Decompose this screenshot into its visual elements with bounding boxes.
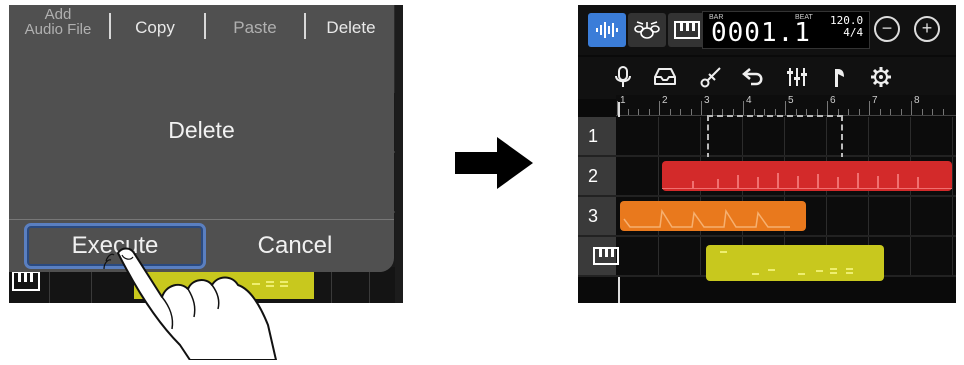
grid-line	[910, 237, 911, 275]
grid-line	[826, 197, 827, 235]
grid-line	[952, 237, 953, 275]
menu-paste[interactable]: Paste	[213, 18, 297, 38]
grid-line	[658, 157, 659, 195]
ruler-tick	[680, 109, 681, 115]
menu-divider	[304, 13, 306, 39]
ruler-tick	[827, 101, 828, 115]
tempo-display[interactable]: 120.0 4/4	[830, 15, 863, 39]
scissors-icon[interactable]	[696, 65, 726, 91]
ruler-tick	[701, 101, 702, 115]
keyboard-icon	[12, 271, 40, 291]
ruler-tick	[743, 101, 744, 115]
inbox-icon[interactable]	[650, 65, 680, 91]
ruler-tick	[921, 109, 923, 115]
ruler-tick	[785, 101, 786, 115]
ruler-tick	[848, 109, 849, 115]
menu-divider	[109, 13, 111, 39]
grid-line	[700, 117, 701, 155]
ruler-tick	[900, 109, 902, 115]
grid-line	[700, 237, 701, 275]
mixer-icon[interactable]	[782, 65, 812, 91]
audio-region[interactable]	[620, 201, 806, 231]
delete-dialog: Add Audio File Copy Paste Delete Delete …	[9, 5, 394, 272]
zoom-in-button[interactable]: +	[914, 16, 940, 42]
grid-line	[658, 237, 659, 275]
menu-audio-file-label: Audio File	[24, 21, 92, 38]
selection-outline	[707, 115, 843, 159]
menu-delete[interactable]: Delete	[311, 18, 391, 38]
top-toolbar: BAR BEAT 0001.1 120.0 4/4 − +	[578, 5, 956, 55]
track-row[interactable]: 1	[578, 115, 956, 159]
ruler-bar-number: 2	[662, 95, 668, 106]
ruler-bar-number: 8	[914, 95, 920, 106]
timeline-ruler[interactable]: 1 2 3 4 5 6 7 8	[616, 95, 956, 116]
dialog-title: Delete	[168, 117, 235, 143]
ruler-tick	[879, 109, 881, 115]
track-row[interactable]	[578, 237, 956, 281]
ruler-tick	[869, 101, 870, 115]
arrow-right-icon	[455, 137, 533, 194]
grid-line	[910, 117, 911, 155]
ruler-tick	[858, 109, 860, 115]
tapping-hand-icon	[100, 245, 320, 361]
settings-icon[interactable]	[866, 65, 896, 91]
ruler-bar-number: 1	[620, 95, 626, 106]
microphone-icon[interactable]	[608, 65, 638, 91]
ruler-bar-number: 5	[788, 95, 794, 106]
track-number[interactable]: 3	[578, 197, 616, 235]
ruler-tick	[627, 109, 629, 115]
dialog-divider	[9, 219, 394, 220]
menu-add-audio-file[interactable]: Add Audio File	[17, 7, 99, 37]
keyboard-icon[interactable]	[578, 237, 619, 275]
undo-icon[interactable]	[738, 65, 768, 91]
ruler-tick	[638, 109, 639, 115]
ruler-bar-number: 4	[746, 95, 752, 106]
keyboard-icon[interactable]	[668, 13, 706, 47]
grid-line	[868, 117, 869, 155]
grid-line	[952, 157, 953, 195]
ruler-tick	[890, 109, 891, 115]
menu-copy[interactable]: Copy	[117, 18, 193, 38]
metronome-icon[interactable]	[824, 65, 854, 91]
track-row[interactable]: 3	[578, 197, 956, 237]
audio-region[interactable]	[662, 161, 952, 191]
grid-line	[868, 197, 869, 235]
track-row[interactable]: 2	[578, 157, 956, 197]
tool-row	[578, 57, 956, 99]
grid-line	[952, 197, 953, 235]
grid-line	[910, 197, 911, 235]
counter-value: 0001.1	[711, 18, 811, 48]
ruler-bar-number: 6	[830, 95, 836, 106]
ruler-tick	[669, 109, 671, 115]
ruler-bar-number: 7	[872, 95, 878, 106]
edit-menu-bar: Add Audio File Copy Paste Delete	[9, 5, 394, 55]
menu-divider	[204, 13, 206, 39]
ruler-tick	[690, 109, 692, 115]
grid-line	[658, 117, 659, 155]
midi-region[interactable]	[706, 245, 884, 281]
waveform-icon[interactable]	[588, 13, 626, 47]
track-number[interactable]: 2	[578, 157, 616, 195]
menu-add-label: Add	[44, 6, 72, 23]
ruler-tick	[942, 109, 944, 115]
ruler-tick	[932, 109, 933, 115]
ruler-tick	[911, 101, 912, 115]
drum-kit-icon[interactable]	[628, 13, 666, 47]
ruler-tick	[648, 109, 650, 115]
ruler-bar-number: 3	[704, 95, 710, 106]
grid-line	[952, 117, 953, 155]
ruler-tick	[659, 101, 660, 115]
track-number[interactable]: 1	[578, 117, 616, 155]
zoom-out-button[interactable]: −	[874, 16, 900, 42]
time-signature: 4/4	[843, 26, 864, 39]
right-screen: BAR BEAT 0001.1 120.0 4/4 − + 1 2 3 4 5 …	[578, 5, 956, 303]
